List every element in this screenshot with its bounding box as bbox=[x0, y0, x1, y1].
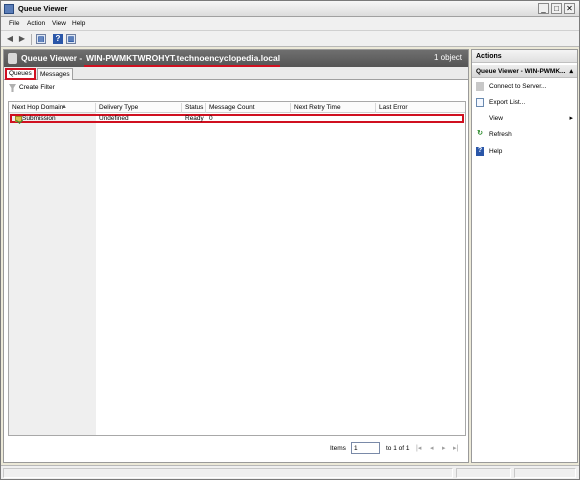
tab-messages[interactable]: Messages bbox=[37, 68, 73, 80]
page-range-label: to 1 of 1 bbox=[386, 445, 410, 452]
queue-viewer-icon bbox=[8, 53, 17, 64]
minimize-button[interactable]: _ bbox=[538, 3, 549, 14]
collapse-icon[interactable]: ▴ bbox=[569, 67, 573, 75]
first-column-shade bbox=[9, 102, 96, 435]
window-title: Queue Viewer bbox=[18, 4, 68, 13]
column-header-last-error[interactable]: Last Error bbox=[376, 103, 465, 113]
last-page-icon[interactable]: ▸| bbox=[453, 444, 458, 452]
column-header-status[interactable]: Status bbox=[182, 103, 206, 113]
show-hide-action-pane-icon[interactable]: ▥ bbox=[66, 34, 76, 44]
back-arrow-icon[interactable]: ◀ bbox=[5, 34, 15, 44]
column-header-next-retry-time[interactable]: Next Retry Time bbox=[291, 103, 376, 113]
menu-help[interactable]: Help bbox=[72, 20, 85, 27]
status-panel-2 bbox=[456, 468, 511, 478]
app-icon bbox=[4, 4, 14, 14]
create-filter-button[interactable]: Create Filter bbox=[19, 84, 55, 91]
show-hide-console-tree-icon[interactable]: ▤ bbox=[36, 34, 46, 44]
help-icon[interactable]: ? bbox=[53, 34, 63, 44]
queue-table: Next Hop Domain ▲ Delivery Type Status Me… bbox=[8, 101, 466, 436]
menu-view[interactable]: View bbox=[52, 20, 66, 27]
tab-strip: Queues Messages bbox=[4, 67, 468, 80]
refresh-action[interactable]: ↻ Refresh bbox=[472, 128, 577, 142]
actions-header: Actions bbox=[472, 50, 577, 63]
queue-viewer-window: Queue Viewer _ □ ✕ File Action View Help… bbox=[0, 0, 580, 480]
status-panel-main bbox=[3, 468, 453, 478]
export-icon bbox=[476, 98, 484, 107]
status-panel-3 bbox=[514, 468, 576, 478]
page-number-input[interactable] bbox=[351, 442, 380, 454]
export-list-action[interactable]: Export List... bbox=[472, 96, 577, 110]
pane-header: Queue Viewer - WIN-PWMKTWROHYT.technoenc… bbox=[4, 50, 468, 67]
cell-message-count: 0 bbox=[209, 115, 213, 122]
maximize-button[interactable]: □ bbox=[551, 3, 562, 14]
menu-file[interactable]: File bbox=[9, 20, 19, 27]
help-action[interactable]: ? Help bbox=[472, 145, 577, 159]
pane-title: Queue Viewer - bbox=[21, 53, 83, 63]
title-bar[interactable]: Queue Viewer _ □ ✕ bbox=[1, 1, 579, 17]
server-icon bbox=[476, 82, 484, 91]
column-header-message-count[interactable]: Message Count bbox=[206, 103, 291, 113]
actions-pane: Actions Queue Viewer - WIN-PWMK... ▴ Conn… bbox=[471, 49, 578, 463]
submenu-arrow-icon: ▸ bbox=[569, 115, 573, 122]
first-page-icon[interactable]: |◂ bbox=[416, 444, 421, 452]
help-book-icon: ? bbox=[476, 147, 484, 156]
server-name: WIN-PWMKTWROHYT.technoencyclopedia.local bbox=[86, 53, 281, 63]
items-label: Items bbox=[330, 445, 346, 452]
menu-action[interactable]: Action bbox=[27, 20, 45, 27]
cell-next-hop-domain: Submission bbox=[22, 115, 56, 122]
view-action[interactable]: View ▸ bbox=[472, 112, 577, 126]
close-button[interactable]: ✕ bbox=[564, 3, 575, 14]
actions-section-header[interactable]: Queue Viewer - WIN-PWMK... ▴ bbox=[472, 65, 577, 78]
previous-page-icon[interactable]: ◂ bbox=[430, 444, 434, 452]
table-header: Next Hop Domain ▲ Delivery Type Status Me… bbox=[9, 102, 465, 113]
column-header-delivery-type[interactable]: Delivery Type bbox=[96, 103, 182, 113]
tab-queues[interactable]: Queues bbox=[5, 68, 36, 80]
queue-viewer-pane: Queue Viewer - WIN-PWMKTWROHYT.technoenc… bbox=[3, 49, 469, 463]
connect-to-server-action[interactable]: Connect to Server... bbox=[472, 80, 577, 94]
column-header-next-hop-domain[interactable]: Next Hop Domain ▲ bbox=[9, 103, 96, 113]
toolbar: ◀ ▶ ▤ ? ▥ bbox=[1, 31, 579, 47]
refresh-icon: ↻ bbox=[477, 130, 483, 137]
pager: Items to 1 of 1 |◂ ◂ ▸ ▸| bbox=[4, 436, 468, 462]
menu-bar: File Action View Help bbox=[1, 17, 579, 31]
status-bar bbox=[1, 465, 579, 479]
queue-icon bbox=[15, 116, 24, 125]
forward-arrow-icon[interactable]: ▶ bbox=[17, 34, 27, 44]
object-count: 1 object bbox=[433, 53, 462, 62]
table-row[interactable]: Submission Undefined Ready 0 bbox=[10, 114, 464, 125]
filter-bar: Create Filter bbox=[4, 80, 468, 96]
cell-delivery-type: Undefined bbox=[99, 115, 129, 122]
next-page-icon[interactable]: ▸ bbox=[442, 444, 446, 452]
toolbar-separator bbox=[31, 34, 32, 45]
filter-icon bbox=[9, 84, 16, 92]
cell-status: Ready bbox=[185, 115, 204, 122]
sort-ascending-icon: ▲ bbox=[61, 104, 67, 110]
